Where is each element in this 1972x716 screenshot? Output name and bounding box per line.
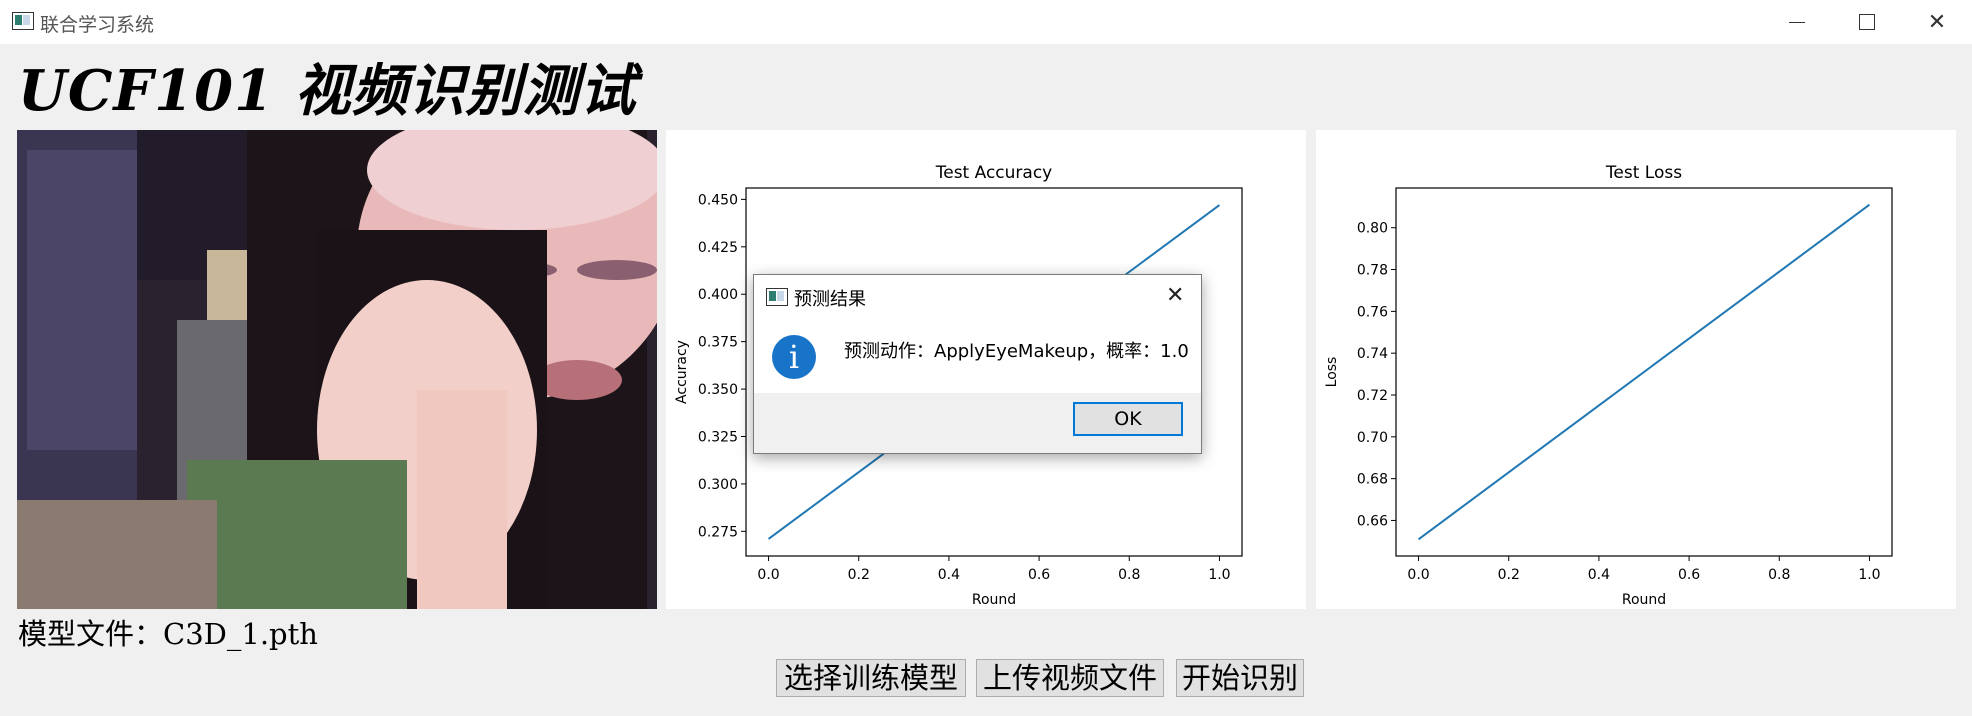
loss-y-tick-label: 0.70	[1357, 430, 1388, 446]
loss-y-tick-label: 0.76	[1357, 304, 1388, 320]
loss-y-tick-label: 0.74	[1357, 346, 1388, 362]
loss-chart-panel: Test Loss Round Loss 0.0 0.2 0.4 0.6 0.8 1.0 0.66…	[1316, 130, 1956, 609]
dialog-app-icon	[766, 288, 788, 306]
accuracy-y-tick-label: 0.275	[698, 524, 738, 540]
loss-x-axis-label: Round	[1622, 592, 1666, 608]
info-icon: i	[772, 335, 816, 379]
loss-series-line	[1417, 203, 1871, 541]
ok-button[interactable]: OK	[1073, 402, 1183, 436]
loss-x-tick-label: 0.0	[1407, 567, 1429, 583]
video-preview	[17, 130, 657, 609]
accuracy-x-tick-label: 0.6	[1028, 567, 1050, 583]
loss-y-tick-label: 0.80	[1357, 221, 1388, 237]
loss-x-tick-label: 0.8	[1768, 567, 1790, 583]
accuracy-y-tick-label: 0.300	[698, 477, 738, 493]
title-bar: 联合学习系统 ✕	[0, 0, 1972, 44]
accuracy-y-tick-label: 0.400	[698, 287, 738, 303]
video-frame-image	[17, 130, 657, 609]
loss-x-tick-label: 0.2	[1498, 567, 1520, 583]
accuracy-x-tick-label: 0.8	[1118, 567, 1140, 583]
accuracy-x-tick-label: 0.4	[938, 567, 960, 583]
accuracy-x-tick-label: 0.0	[757, 567, 779, 583]
loss-y-tick-label: 0.72	[1357, 388, 1388, 404]
accuracy-y-tick-label: 0.450	[698, 192, 738, 208]
window-title: 联合学习系统	[40, 14, 155, 36]
dialog-title: 预测结果	[794, 289, 866, 310]
loss-x-tick-label: 1.0	[1858, 567, 1880, 583]
start-recognition-button[interactable]: 开始识别	[1176, 659, 1304, 697]
loss-y-tick-label: 0.78	[1357, 263, 1388, 279]
dialog-message: 预测动作：ApplyEyeMakeup，概率：1.0	[844, 341, 1189, 362]
loss-x-tick-label: 0.6	[1678, 567, 1700, 583]
close-button[interactable]: ✕	[1902, 0, 1972, 44]
select-model-button[interactable]: 选择训练模型	[776, 659, 966, 697]
dialog-close-button[interactable]: ✕	[1166, 283, 1184, 308]
loss-y-axis-label: Loss	[1324, 357, 1340, 388]
close-icon: ✕	[1927, 9, 1947, 35]
accuracy-x-tick-label: 0.2	[848, 567, 870, 583]
accuracy-y-tick-label: 0.375	[698, 335, 738, 351]
loss-y-tick-label: 0.66	[1357, 513, 1388, 529]
loss-title: Test Loss	[1605, 163, 1682, 183]
loss-chart: Test Loss Round Loss 0.0 0.2 0.4 0.6 0.8 1.0 0.66…	[1324, 163, 1893, 608]
maximize-button[interactable]	[1832, 0, 1902, 44]
prediction-dialog: 预测结果 ✕ i 预测动作：ApplyEyeMakeup，概率：1.0 OK	[753, 274, 1202, 454]
accuracy-y-tick-label: 0.325	[698, 429, 738, 445]
accuracy-x-tick-label: 1.0	[1208, 567, 1230, 583]
app-icon	[12, 12, 34, 30]
accuracy-title: Test Accuracy	[935, 163, 1053, 183]
accuracy-y-tick-label: 0.425	[698, 240, 738, 256]
upload-video-button[interactable]: 上传视频文件	[976, 659, 1164, 697]
maximize-icon	[1859, 14, 1875, 30]
minimize-icon	[1789, 21, 1805, 23]
page-title: UCF101 视频识别测试	[18, 58, 637, 124]
minimize-button[interactable]	[1762, 0, 1832, 44]
accuracy-x-axis-label: Round	[972, 592, 1016, 608]
loss-y-tick-label: 0.68	[1357, 472, 1388, 488]
loss-x-tick-label: 0.4	[1588, 567, 1610, 583]
model-file-label: 模型文件：C3D_1.pth	[18, 617, 318, 651]
accuracy-y-tick-label: 0.350	[698, 382, 738, 398]
accuracy-y-axis-label: Accuracy	[674, 340, 690, 404]
